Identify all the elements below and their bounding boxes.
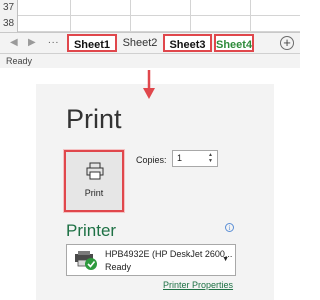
print-button-label: Print [84,188,104,198]
nav-right-icon[interactable]: ▶ [28,36,36,50]
tab-sheet4[interactable]: Sheet4 [214,34,254,52]
worksheet-grid: 37 38 [0,0,300,32]
printer-status: Ready [105,262,132,272]
printer-heading: Printer [66,221,117,240]
sheet-tab-bar: ◀ ▶ ... Sheet1 Sheet2 Sheet3 Sheet4 + [0,32,300,54]
print-button[interactable]: Print [64,150,124,212]
printer-name: HPB4932E (HP DeskJet 2600... [105,249,233,259]
column-divider [190,0,191,16]
info-icon[interactable]: i [225,223,234,232]
row-number: 38 [0,16,18,32]
tabs-ellipsis[interactable]: ... [48,35,59,46]
column-divider [190,16,191,32]
down-arrow-icon [143,70,155,99]
tab-sheet2[interactable]: Sheet2 [120,34,160,52]
column-divider [130,0,131,16]
tab-sheet1[interactable]: Sheet1 [67,34,117,52]
status-bar: Ready [0,54,300,68]
printer-ready-icon [75,251,97,270]
grid-row: 37 [0,0,300,16]
printer-properties-link[interactable]: Printer Properties [163,280,233,290]
column-divider [130,16,131,32]
page-title: Print [66,104,122,134]
dropdown-caret-icon[interactable]: ▼ [222,256,229,263]
tab-sheet3[interactable]: Sheet3 [163,34,212,52]
grid-row: 38 [0,16,300,32]
nav-left-icon[interactable]: ◀ [10,36,18,50]
column-divider [70,0,71,16]
column-divider [70,16,71,32]
printer-dropdown[interactable]: HPB4932E (HP DeskJet 2600... Ready ▼ [66,244,236,276]
copies-value[interactable]: 1 [177,153,182,163]
column-divider [250,16,251,32]
copies-label: Copies: [136,155,167,165]
add-sheet-icon[interactable]: + [280,36,294,50]
printer-icon [86,162,104,180]
column-divider [250,0,251,16]
spinner-arrows-icon[interactable]: ▲ ▼ [208,152,213,164]
row-number: 37 [0,0,18,16]
copies-stepper[interactable]: 1 ▲ ▼ [172,150,218,167]
